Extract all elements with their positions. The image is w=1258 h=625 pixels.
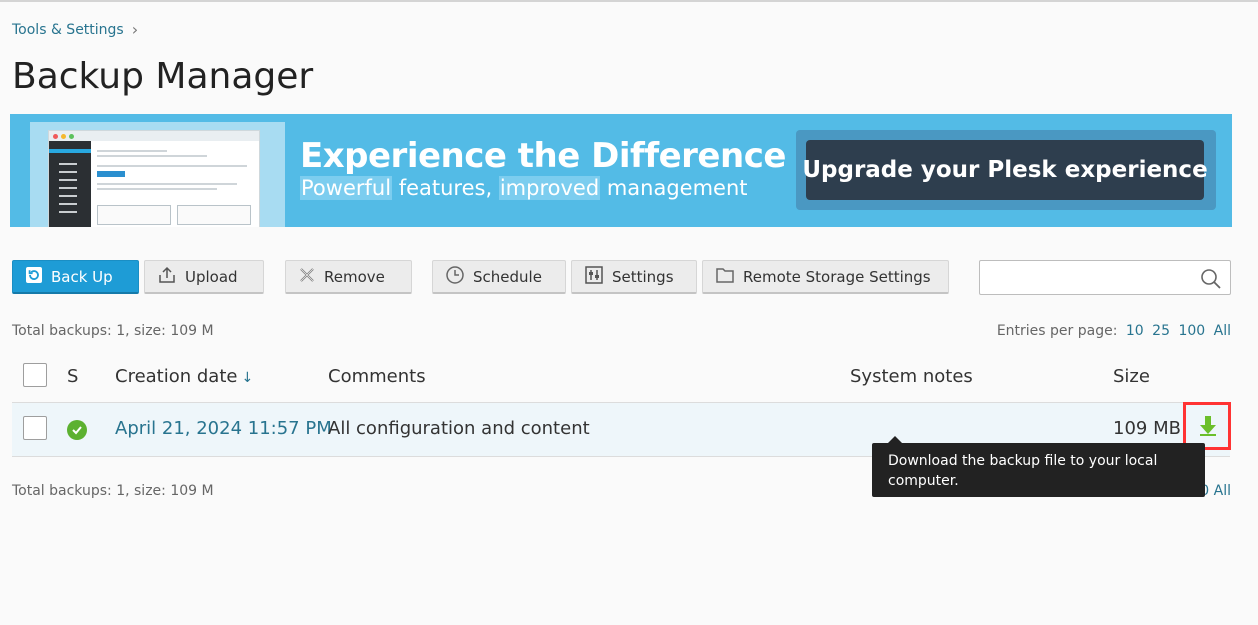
upload-icon	[157, 265, 177, 289]
settings-button[interactable]: Settings	[571, 260, 697, 294]
chevron-right-icon: ›	[131, 20, 139, 39]
column-header-size[interactable]: Size	[1113, 366, 1150, 387]
remove-x-icon	[298, 266, 316, 288]
search-icon[interactable]	[1200, 268, 1222, 290]
schedule-button[interactable]: Schedule	[432, 260, 566, 294]
select-all-checkbox[interactable]	[23, 363, 47, 387]
backup-creation-date-link[interactable]: April 21, 2024 11:57 PM	[115, 418, 332, 439]
per-page-100[interactable]: 100	[1178, 323, 1205, 339]
per-page-all[interactable]: All	[1214, 323, 1231, 339]
per-page-25[interactable]: 25	[1152, 323, 1170, 339]
promo-banner[interactable]: Experience the Difference Powerful featu…	[10, 114, 1232, 227]
download-tooltip: Download the backup file to your local c…	[872, 436, 1205, 497]
upload-button[interactable]: Upload	[144, 260, 264, 294]
search-input[interactable]	[979, 260, 1231, 295]
banner-cta-frame: Upgrade your Plesk experience	[796, 130, 1216, 210]
column-header-comments[interactable]: Comments	[328, 366, 426, 387]
sliders-icon	[584, 265, 604, 289]
backup-comment: All configuration and content	[328, 418, 590, 439]
clock-icon	[445, 265, 465, 289]
remove-button[interactable]: Remove	[285, 260, 412, 294]
backup-icon	[25, 266, 43, 288]
column-header-system-notes[interactable]: System notes	[850, 366, 973, 387]
sort-down-icon: ↓	[241, 370, 254, 386]
column-header-status: S	[67, 366, 79, 387]
total-backups-summary-bottom: Total backups: 1, size: 109 M	[12, 483, 214, 499]
entries-per-page: Entries per page: 10 25 100 All	[996, 323, 1231, 339]
breadcrumb: Tools & Settings ›	[12, 20, 139, 39]
banner-subheadline: Powerful features, improved management	[300, 176, 748, 200]
row-select-checkbox[interactable]	[23, 416, 47, 440]
per-page-10[interactable]: 10	[1126, 323, 1144, 339]
upgrade-plesk-button[interactable]: Upgrade your Plesk experience	[802, 140, 1208, 200]
remote-storage-settings-button[interactable]: Remote Storage Settings	[702, 260, 949, 294]
banner-headline: Experience the Difference	[300, 136, 786, 176]
download-arrow-icon[interactable]	[1198, 415, 1218, 437]
page-title: Backup Manager	[12, 56, 314, 97]
breadcrumb-tools-settings-link[interactable]: Tools & Settings	[12, 22, 124, 38]
total-backups-summary-top: Total backups: 1, size: 109 M	[12, 323, 214, 339]
check-circle-icon	[67, 420, 87, 440]
banner-screenshot-illustration	[30, 122, 285, 227]
backup-size: 109 MB	[1113, 418, 1181, 439]
back-up-button[interactable]: Back Up	[12, 260, 139, 294]
folder-icon	[715, 266, 735, 288]
top-border	[0, 0, 1258, 2]
column-header-creation-date[interactable]: Creation date ↓	[115, 366, 253, 387]
